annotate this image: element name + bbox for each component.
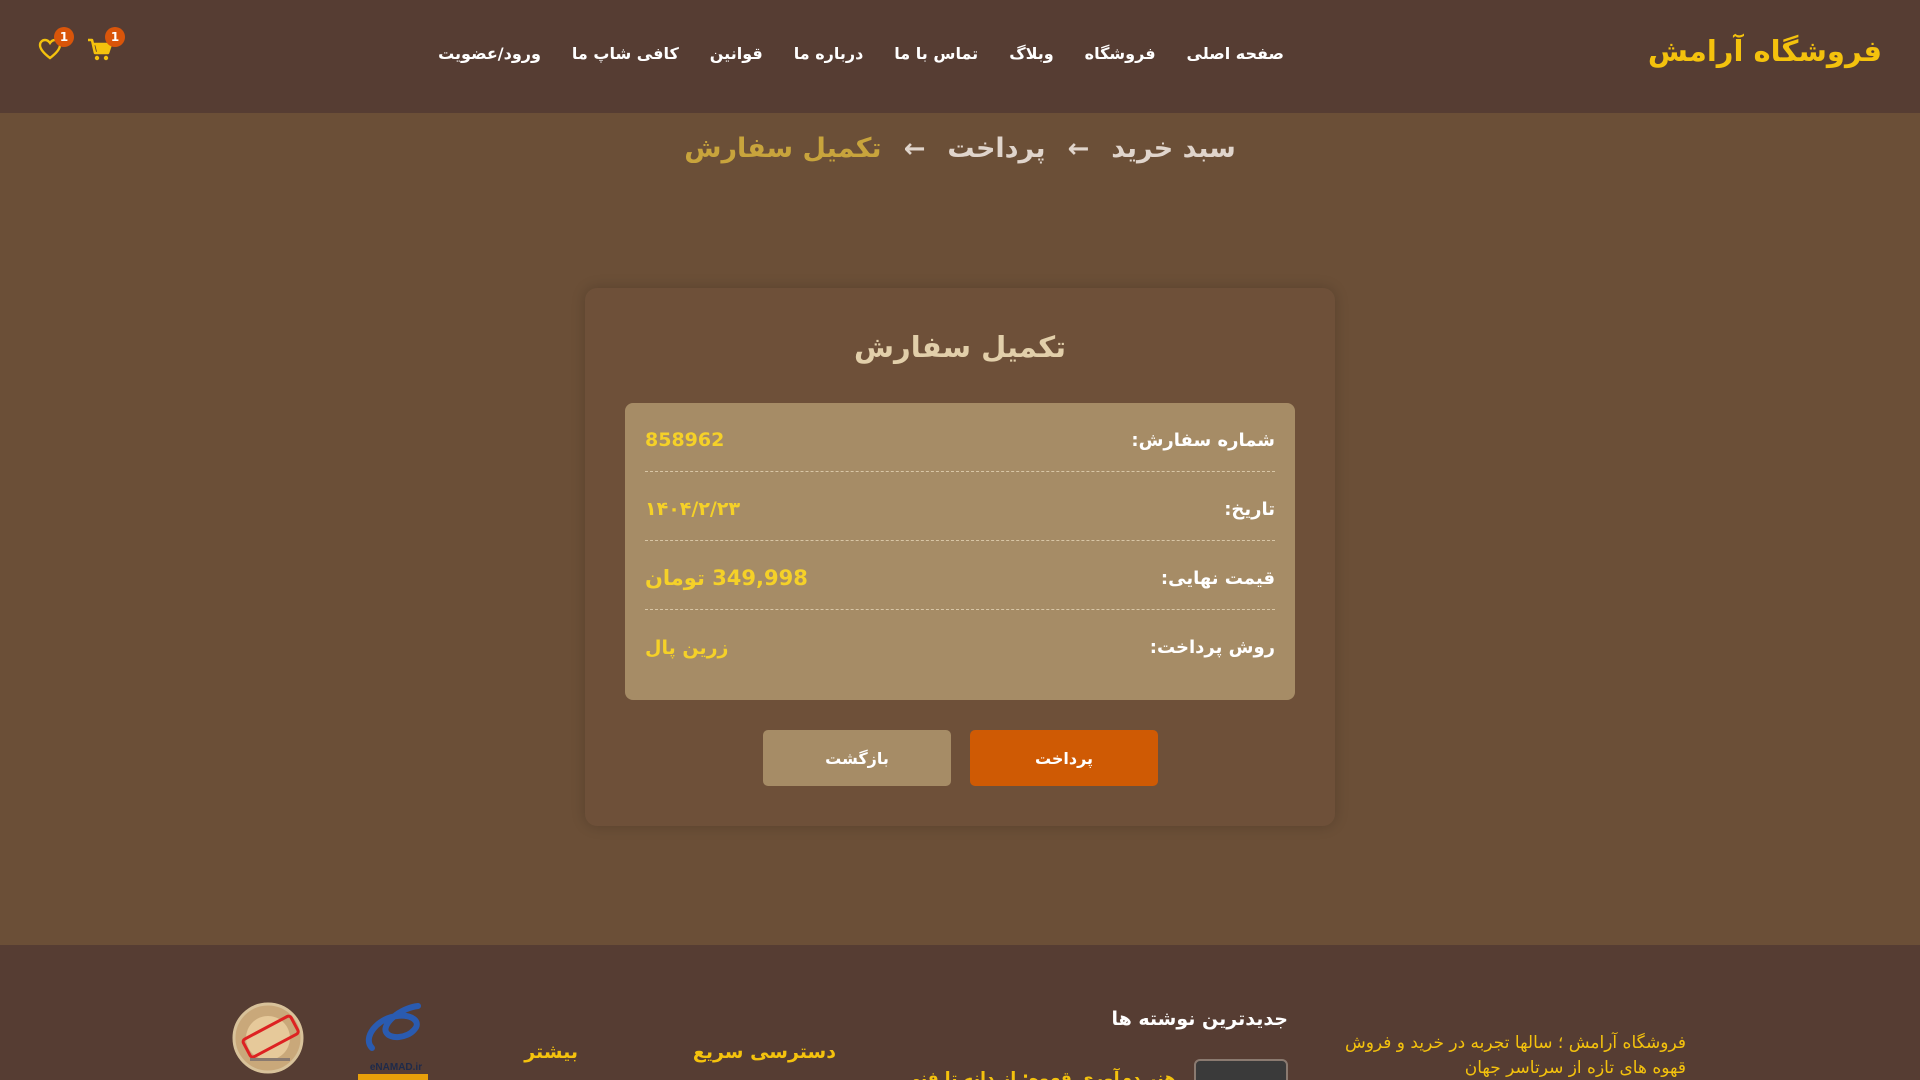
final-price-row: قیمت نهایی: 349,998 تومان (645, 541, 1275, 610)
quick-access-heading: دسترسی سریع (692, 1041, 836, 1063)
final-price-label: قیمت نهایی: (1160, 567, 1275, 589)
brand-logo[interactable]: فروشگاه آرامش (1648, 34, 1882, 68)
nav-blog[interactable]: وبلاگ (1009, 44, 1053, 63)
order-number-value: 858962 (645, 429, 725, 451)
pay-button[interactable]: پرداخت (970, 730, 1158, 786)
payment-method-label: روش پرداخت: (1149, 637, 1275, 658)
samandehi-seal-icon[interactable] (226, 998, 310, 1080)
step-payment[interactable]: پرداخت (947, 133, 1045, 164)
enamad-text: eNAMAD.ir (370, 1062, 422, 1073)
order-number-row: شماره سفارش: 858962 (645, 403, 1275, 472)
more-heading: بیشتر (524, 1041, 578, 1063)
nav-rules[interactable]: قوانین (710, 44, 763, 63)
order-number-label: شماره سفارش: (1131, 429, 1275, 451)
order-date-value: ۱۴۰۴/۲/۲۳ (645, 498, 741, 520)
back-button[interactable]: بازگشت (763, 730, 951, 786)
nav-about[interactable]: درباره ما (794, 44, 864, 63)
nav-contact[interactable]: تماس با ما (894, 44, 978, 63)
order-date-row: تاریخ: ۱۴۰۴/۲/۲۳ (645, 472, 1275, 541)
main-nav: صفحه اصلی فروشگاه وبلاگ تماس با ما دربار… (438, 44, 1284, 63)
footer-about-text: فروشگاه آرامش ؛ سالها تجربه در خرید و فر… (1344, 1033, 1686, 1078)
latest-post-item[interactable]: هنر دم‌آوری قهوه: از دانه تا فنی (904, 1059, 1288, 1080)
arrow-left-icon: ← (903, 133, 926, 164)
step-complete-order: تکمیل سفارش (684, 133, 882, 164)
cart-button[interactable]: 1 (87, 27, 125, 62)
nav-home[interactable]: صفحه اصلی (1187, 44, 1284, 63)
post-thumbnail[interactable] (1194, 1059, 1288, 1080)
enamad-badge-icon[interactable]: eNAMAD.ir (352, 998, 440, 1080)
checkout-steps: سبد خرید ← پرداخت ← تکمیل سفارش (0, 133, 1920, 164)
latest-post-title[interactable]: هنر دم‌آوری قهوه: از دانه تا فنی (904, 1069, 1177, 1080)
payment-method-row: روش پرداخت: زرین پال (645, 610, 1275, 679)
latest-posts-heading: جدیدترین نوشته ها (1111, 1008, 1288, 1030)
wishlist-count-badge: 1 (54, 27, 74, 47)
payment-method-value: زرین پال (645, 636, 729, 659)
step-cart[interactable]: سبد خرید (1111, 133, 1236, 164)
nav-shop[interactable]: فروشگاه (1085, 44, 1156, 63)
final-price-value: 349,998 تومان (645, 566, 808, 590)
nav-coffee-shop[interactable]: کافی شاپ ما (572, 44, 679, 63)
wishlist-button[interactable]: 1 (38, 27, 74, 60)
order-info-box: شماره سفارش: 858962 تاریخ: ۱۴۰۴/۲/۲۳ قیم… (625, 403, 1295, 700)
site-header: فروشگاه آرامش صفحه اصلی فروشگاه وبلاگ تم… (0, 0, 1920, 113)
card-title: تکمیل سفارش (853, 330, 1066, 364)
order-date-label: تاریخ: (1224, 498, 1275, 520)
nav-login[interactable]: ورود/عضویت (438, 44, 541, 63)
arrow-left-icon: ← (1067, 133, 1090, 164)
cart-count-badge: 1 (105, 27, 125, 47)
